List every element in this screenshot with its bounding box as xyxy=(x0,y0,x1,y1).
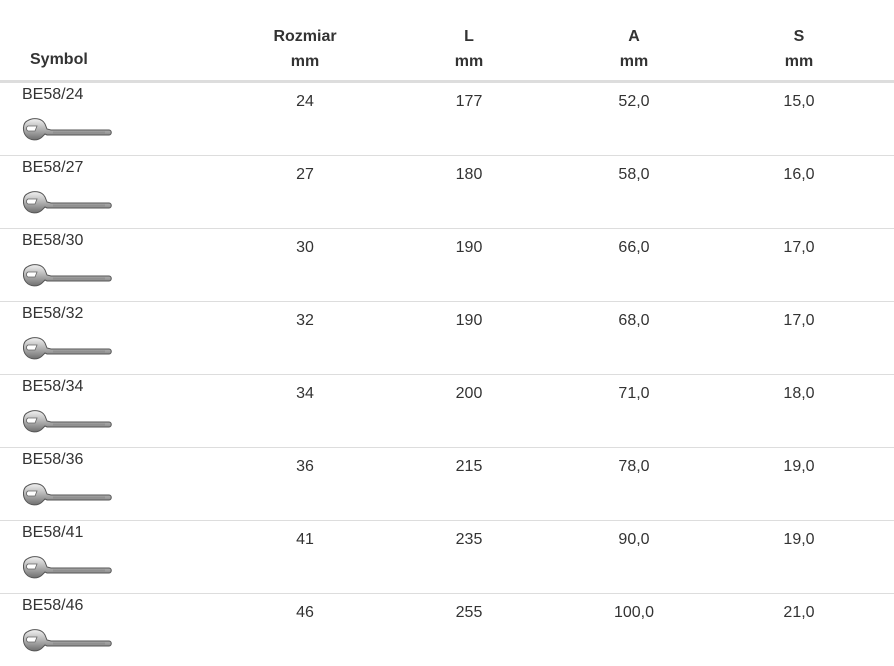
cell-a: 71,0 xyxy=(618,385,650,402)
cell-a: 68,0 xyxy=(618,312,650,329)
header-l: L mm xyxy=(409,24,529,74)
cell-l: 215 xyxy=(455,458,483,475)
cell-l: 180 xyxy=(455,166,483,183)
wrench-icon xyxy=(21,259,113,289)
cell-s: 15,0 xyxy=(783,93,815,110)
product-symbol[interactable]: BE58/34 xyxy=(22,376,83,398)
header-l-unit: mm xyxy=(454,53,484,70)
cell-l: 255 xyxy=(455,604,483,621)
cell-a: 90,0 xyxy=(618,531,650,548)
cell-rozmiar: 30 xyxy=(296,239,314,256)
cell-l: 177 xyxy=(455,93,483,110)
cell-l: 235 xyxy=(455,531,483,548)
wrench-icon xyxy=(21,478,113,508)
table-row: BE58/27 27 180 58,0 16,0 xyxy=(0,156,894,229)
product-symbol[interactable]: BE58/27 xyxy=(22,157,83,179)
cell-rozmiar: 36 xyxy=(296,458,314,475)
table-row: BE58/41 41 235 90,0 19,0 xyxy=(0,521,894,594)
cell-rozmiar: 34 xyxy=(296,385,314,402)
product-spec-table: Symbol Rozmiar mm L mm A mm S mm BE58/24… xyxy=(0,0,894,661)
header-a: A mm xyxy=(574,24,694,74)
wrench-icon xyxy=(21,113,113,143)
cell-l: 190 xyxy=(455,312,483,329)
product-symbol[interactable]: BE58/32 xyxy=(22,303,83,325)
cell-a: 58,0 xyxy=(618,166,650,183)
table-row: BE58/34 34 200 71,0 18,0 xyxy=(0,375,894,448)
cell-s: 19,0 xyxy=(783,531,815,548)
cell-a: 52,0 xyxy=(618,93,650,110)
table-header: Symbol Rozmiar mm L mm A mm S mm xyxy=(0,0,894,83)
product-symbol[interactable]: BE58/46 xyxy=(22,595,83,617)
cell-rozmiar: 32 xyxy=(296,312,314,329)
cell-s: 21,0 xyxy=(783,604,815,621)
cell-l: 190 xyxy=(455,239,483,256)
table-row: BE58/32 32 190 68,0 17,0 xyxy=(0,302,894,375)
cell-rozmiar: 41 xyxy=(296,531,314,548)
header-s-label: S xyxy=(793,28,805,45)
header-rozmiar-unit: mm xyxy=(290,53,320,70)
table-row: BE58/30 30 190 66,0 17,0 xyxy=(0,229,894,302)
header-s: S mm xyxy=(739,24,859,74)
table-body: BE58/24 24 177 52,0 15,0 BE58/27 27 180 58,0 16,0… xyxy=(0,83,894,666)
header-s-unit: mm xyxy=(784,53,814,70)
cell-s: 18,0 xyxy=(783,385,815,402)
cell-rozmiar: 24 xyxy=(296,93,314,110)
cell-s: 19,0 xyxy=(783,458,815,475)
cell-a: 78,0 xyxy=(618,458,650,475)
wrench-icon xyxy=(21,624,113,654)
header-a-label: A xyxy=(628,28,640,45)
table-row: BE58/24 24 177 52,0 15,0 xyxy=(0,83,894,156)
product-symbol[interactable]: BE58/24 xyxy=(22,84,83,106)
table-row: BE58/46 46 255 100,0 21,0 xyxy=(0,594,894,666)
cell-rozmiar: 27 xyxy=(296,166,314,183)
header-symbol: Symbol xyxy=(30,51,88,68)
wrench-icon xyxy=(21,332,113,362)
cell-s: 17,0 xyxy=(783,312,815,329)
cell-s: 17,0 xyxy=(783,239,815,256)
cell-a: 66,0 xyxy=(618,239,650,256)
wrench-icon xyxy=(21,551,113,581)
header-rozmiar-label: Rozmiar xyxy=(273,28,337,45)
wrench-icon xyxy=(21,186,113,216)
cell-s: 16,0 xyxy=(783,166,815,183)
cell-rozmiar: 46 xyxy=(296,604,314,621)
header-a-unit: mm xyxy=(619,53,649,70)
header-l-label: L xyxy=(464,28,474,45)
wrench-icon xyxy=(21,405,113,435)
product-symbol[interactable]: BE58/36 xyxy=(22,449,83,471)
product-symbol[interactable]: BE58/30 xyxy=(22,230,83,252)
table-row: BE58/36 36 215 78,0 19,0 xyxy=(0,448,894,521)
cell-a: 100,0 xyxy=(613,604,655,621)
product-symbol[interactable]: BE58/41 xyxy=(22,522,83,544)
cell-l: 200 xyxy=(455,385,483,402)
header-rozmiar: Rozmiar mm xyxy=(245,24,365,74)
